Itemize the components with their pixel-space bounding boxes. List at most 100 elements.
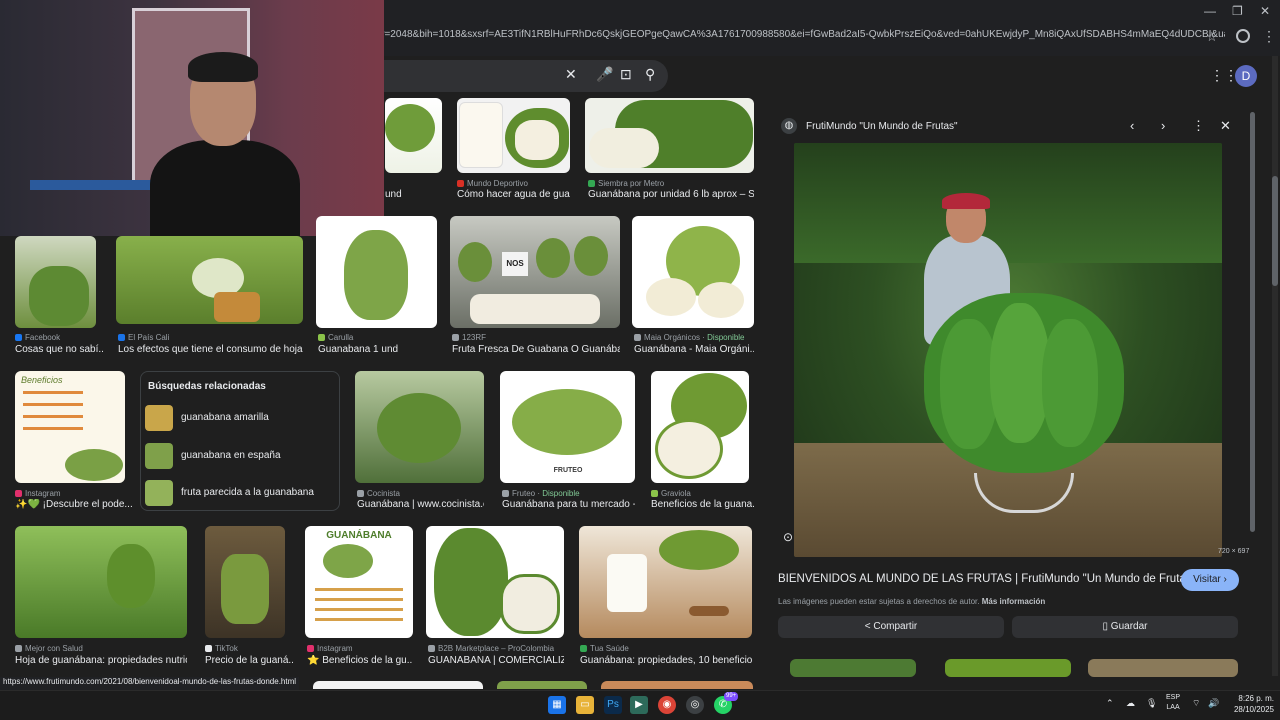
account-avatar[interactable]: D (1235, 65, 1257, 87)
language-indicator[interactable]: ESP LAA (1166, 693, 1180, 713)
result-image[interactable] (457, 98, 570, 173)
result-caption[interactable]: Guanábana - Maia Orgáni... (634, 344, 754, 355)
result-caption[interactable]: Cosas que no sabí... (15, 344, 103, 355)
save-button[interactable]: ▯ Guardar (1012, 616, 1238, 638)
result-image[interactable] (585, 98, 754, 173)
share-button[interactable]: < Compartir (778, 616, 1004, 638)
result-image[interactable]: FRUTEO (500, 371, 635, 483)
next-icon[interactable]: › (1161, 118, 1165, 133)
related-searches-title: Búsquedas relacionadas (148, 381, 266, 392)
related-search-label: fruta parecida a la guanabana (181, 487, 314, 498)
result-image[interactable] (651, 371, 749, 483)
result-caption[interactable]: Fruta Fresca De Guabana O Guanába... (452, 344, 620, 355)
network-tray-icon[interactable]: ☁ (1126, 698, 1135, 709)
result-image[interactable] (316, 216, 437, 328)
related-image[interactable] (790, 659, 916, 677)
result-caption[interactable]: Precio de la guaná... (205, 655, 293, 666)
result-image[interactable]: Beneficios (15, 371, 125, 483)
more-info-link[interactable]: Más información (982, 597, 1046, 606)
visit-label: Visitar (1193, 574, 1221, 585)
app-icon[interactable]: ▶ (630, 696, 648, 714)
search-icon[interactable]: ⚲ (645, 66, 655, 83)
related-thumb (145, 480, 173, 506)
result-source: Cocinista (357, 489, 484, 498)
result-image[interactable]: NOS (450, 216, 620, 328)
result-image[interactable] (385, 98, 442, 173)
result-caption[interactable]: und (385, 189, 442, 200)
result-source: TikTok (205, 644, 290, 653)
result-image[interactable] (497, 681, 587, 689)
volume-icon[interactable]: 🔊 (1208, 698, 1219, 709)
file-explorer-icon[interactable]: ▭ (576, 696, 594, 714)
infographic-title: GUANÁBANA (326, 530, 392, 541)
result-caption[interactable]: ⭐ Beneficios de la gu... (307, 655, 413, 666)
result-caption[interactable]: Guanábana para tu mercado -... (502, 499, 635, 510)
globe-icon: ◍ (781, 118, 797, 134)
result-image[interactable] (426, 526, 564, 638)
related-search-item[interactable]: guanabana amarilla (145, 403, 337, 433)
result-source: B2B Marketplace – ProColombia (428, 644, 564, 653)
visit-button[interactable]: Visitar › (1181, 569, 1239, 591)
related-image[interactable] (945, 659, 1071, 677)
bookmark-star-icon[interactable]: ☆ (1206, 29, 1218, 45)
mic-tray-icon[interactable]: 🎙 (1146, 698, 1157, 709)
result-image[interactable] (15, 526, 187, 638)
result-caption[interactable]: ✨💚 ¡Descubre el pode... (15, 499, 135, 510)
result-source: Facebook (15, 333, 96, 342)
address-bar[interactable]: iw=2048&bih=1018&sxsrf=AE3TifN1RBlHuFRhD… (375, 29, 1225, 49)
system-clock[interactable]: 8:26 p. m. 28/10/2025 (1228, 693, 1274, 715)
obs-icon[interactable]: ◎ (686, 696, 704, 714)
wifi-icon[interactable]: ⌔ (1192, 698, 1200, 709)
related-search-item[interactable]: fruta parecida a la guanabana (145, 478, 337, 508)
result-source: Instagram (15, 489, 135, 498)
windows-start-icon[interactable]: ▦ (548, 696, 566, 714)
result-image[interactable] (116, 236, 303, 324)
voice-search-icon[interactable]: 🎤 (596, 66, 613, 83)
preview-title[interactable]: BIENVENIDOS AL MUNDO DE LAS FRUTAS | Fru… (778, 573, 1196, 585)
result-caption[interactable]: Guanábana: propiedades, 10 beneficios ..… (580, 655, 752, 666)
result-image[interactable] (313, 681, 483, 689)
preview-site-name[interactable]: FrutiMundo "Un Mundo de Frutas" (806, 121, 958, 132)
minimize-icon[interactable]: — (1204, 4, 1216, 18)
fruteo-brand-text: FRUTEO (553, 467, 583, 474)
result-caption[interactable]: Guanabana 1 und (318, 344, 437, 355)
result-caption[interactable]: Beneficios de la guana... (651, 499, 754, 510)
related-thumb (145, 405, 173, 431)
result-source: El País Cali (118, 333, 303, 342)
result-caption[interactable]: Guanábana por unidad 6 lb aprox – Si... (588, 189, 754, 200)
result-image[interactable] (15, 236, 96, 328)
preview-image[interactable] (794, 143, 1222, 557)
chrome-icon[interactable]: ◉ (658, 696, 676, 714)
result-caption[interactable]: Guanábana | www.cocinista.es (357, 499, 484, 510)
result-image[interactable] (205, 526, 285, 638)
profile-icon[interactable] (1236, 29, 1250, 43)
lens-search-icon[interactable]: ⊡ (620, 66, 632, 83)
related-image[interactable] (1088, 659, 1238, 677)
photoshop-icon[interactable]: Ps (604, 696, 622, 714)
result-image[interactable]: GUANÁBANA (305, 526, 413, 638)
result-image[interactable] (632, 216, 754, 328)
result-caption[interactable]: Los efectos que tiene el consumo de hoja… (118, 344, 303, 355)
webcam-overlay (0, 0, 384, 236)
clear-search-icon[interactable]: ✕ (565, 66, 577, 83)
related-search-label: guanabana amarilla (181, 412, 269, 423)
result-caption[interactable]: Hoja de guanábana: propiedades nutrici..… (15, 655, 187, 666)
panel-scrollbar[interactable] (1250, 112, 1255, 532)
result-source: Tua Saúde (580, 644, 752, 653)
previous-icon[interactable]: ‹ (1130, 118, 1134, 133)
result-image[interactable] (601, 681, 753, 689)
tray-chevron-icon[interactable]: ⌃ (1106, 698, 1114, 709)
close-window-icon[interactable]: ✕ (1260, 4, 1270, 18)
page-scrollbar[interactable] (1272, 56, 1278, 676)
browser-menu-icon[interactable]: ⋮ (1262, 28, 1276, 45)
maximize-icon[interactable]: ❐ (1232, 4, 1243, 18)
related-search-item[interactable]: guanabana en españa (145, 441, 337, 471)
result-caption[interactable]: Cómo hacer agua de gua... (457, 189, 570, 200)
result-source: Mejor con Salud (15, 644, 187, 653)
result-image[interactable] (355, 371, 484, 483)
result-image[interactable] (579, 526, 752, 638)
more-options-icon[interactable]: ⋮ (1192, 118, 1205, 134)
close-preview-icon[interactable]: ✕ (1220, 118, 1231, 134)
result-caption[interactable]: GUANABANA | COMERCIALIZ... (428, 655, 564, 666)
visual-search-icon[interactable]: ⊙ (783, 530, 793, 544)
